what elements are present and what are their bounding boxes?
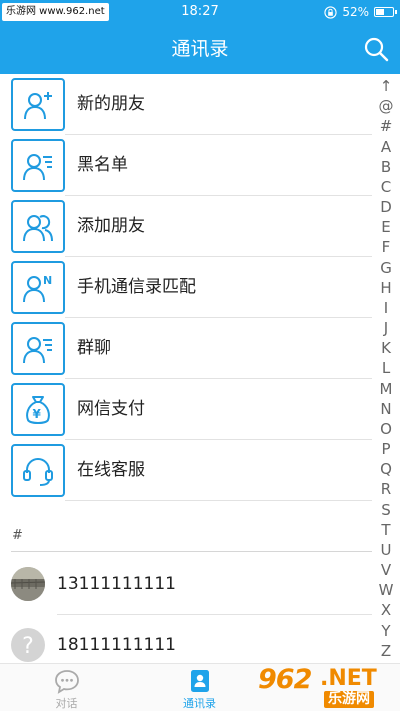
menu-item-new-friends[interactable]: 新的朋友 (0, 74, 372, 135)
menu-item-online-service[interactable]: 在线客服 (0, 440, 372, 501)
contacts-book-icon (190, 670, 209, 692)
index-letter[interactable]: Y (381, 622, 390, 641)
search-icon[interactable] (362, 35, 390, 63)
index-letter[interactable]: H (380, 279, 391, 298)
contact-row[interactable]: 13111111111 (0, 554, 372, 615)
index-letter[interactable]: W (379, 581, 394, 600)
index-letter[interactable]: N (380, 400, 391, 419)
index-letter[interactable]: O (380, 420, 392, 439)
tab-chats[interactable]: 对话 (0, 664, 133, 711)
site-watermark: 962 .NET 乐游网 (258, 660, 400, 711)
tab-label: 通讯录 (183, 697, 216, 710)
menu-item-label: 新的朋友 (77, 94, 145, 114)
rotation-lock-icon (324, 5, 337, 19)
index-letter[interactable]: C (381, 178, 391, 197)
app-header: 通讯录 (0, 24, 400, 74)
watermark-net: .NET (320, 666, 377, 691)
money-bag-icon: ¥ (26, 395, 50, 424)
menu-item-payment[interactable]: ¥ 网信支付 (0, 379, 372, 440)
svg-text:?: ? (22, 634, 34, 659)
photo-avatar (11, 567, 45, 601)
index-letter[interactable]: L (382, 359, 390, 378)
menu-item-label: 群聊 (77, 338, 111, 358)
index-letter[interactable]: V (381, 561, 391, 580)
index-letter[interactable]: E (381, 218, 390, 237)
alphabet-index[interactable]: ↑ @ # A B C D E F G H I J K L M N O P Q R S T U V W X Y Z (372, 75, 400, 665)
headset-icon (23, 457, 53, 486)
index-letter[interactable]: S (381, 501, 391, 520)
index-letter[interactable]: I (384, 299, 388, 318)
index-letter[interactable]: J (384, 319, 388, 338)
section-header: # (12, 528, 23, 543)
index-letter[interactable]: @ (379, 97, 394, 116)
phone-contacts-icon: N (23, 274, 52, 302)
menu-item-group-chat[interactable]: 群聊 (0, 318, 372, 379)
index-letter[interactable]: A (381, 138, 391, 157)
index-letter[interactable]: D (380, 198, 392, 217)
menu-item-label: 黑名单 (77, 155, 128, 175)
status-bar: 乐游网 www.962.net 18:27 52% (0, 0, 400, 24)
index-letter[interactable]: R (381, 480, 391, 499)
index-letter[interactable]: X (381, 601, 391, 620)
divider (65, 500, 372, 501)
index-letter[interactable]: T (381, 521, 390, 540)
index-letter[interactable]: ↑ (380, 77, 393, 96)
index-letter[interactable]: U (381, 541, 392, 560)
add-person-icon (24, 91, 52, 119)
menu-item-phone-contacts-match[interactable]: N 手机通信录匹配 (0, 257, 372, 318)
menu-item-blacklist[interactable]: 黑名单 (0, 135, 372, 196)
group-chat-icon (23, 336, 52, 363)
watermark-logo: 962 (258, 664, 312, 695)
contact-name: 13111111111 (57, 574, 176, 594)
question-avatar: ? (11, 628, 45, 662)
watermark-cn: 乐游网 (324, 691, 374, 708)
menu-item-label: 在线客服 (77, 460, 145, 480)
menu-item-label: 网信支付 (77, 399, 145, 419)
index-letter[interactable]: B (381, 158, 391, 177)
index-letter[interactable]: Z (381, 642, 391, 661)
section-divider (11, 551, 372, 552)
tab-label: 对话 (55, 697, 78, 710)
page-title: 通讯录 (171, 38, 229, 60)
index-letter[interactable]: G (380, 259, 392, 278)
battery-percent: 52% (342, 5, 369, 19)
svg-text:N: N (43, 274, 52, 287)
chat-bubble-icon (54, 670, 79, 694)
battery-icon (374, 7, 397, 17)
group-icon (23, 214, 53, 241)
blacklist-icon (23, 153, 52, 180)
tab-contacts[interactable]: 通讯录 (133, 664, 266, 711)
index-letter[interactable]: P (381, 440, 390, 459)
index-letter[interactable]: K (381, 339, 391, 358)
index-letter[interactable]: Q (380, 460, 392, 479)
index-letter[interactable]: F (382, 238, 391, 257)
index-letter[interactable]: # (380, 117, 393, 136)
index-letter[interactable]: M (380, 380, 393, 399)
menu-item-label: 手机通信录匹配 (77, 277, 196, 297)
menu-item-add-friends[interactable]: 添加朋友 (0, 196, 372, 257)
svg-text:¥: ¥ (33, 407, 42, 421)
menu-item-label: 添加朋友 (77, 216, 145, 236)
